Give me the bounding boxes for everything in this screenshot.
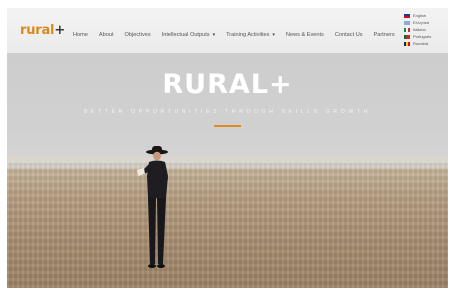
nav-label: Contact Us: [334, 32, 363, 38]
site-header: rural+ Home About Objectives Intellectua…: [7, 8, 448, 53]
flag-icon: [404, 35, 410, 40]
language-option-portuguese[interactable]: Português: [404, 35, 444, 40]
language-label: Italiano: [413, 26, 426, 32]
site-logo[interactable]: rural+: [20, 24, 65, 37]
accent-divider: [214, 125, 241, 127]
main-nav: Home About Objectives Intellectual Outpu…: [73, 32, 395, 39]
logo-plus: +: [54, 23, 66, 38]
nav-partners[interactable]: Partners: [373, 32, 395, 39]
nav-label: Home: [73, 32, 88, 38]
hero-subtitle: BETTER OPPORTUNITIES THROUGH SKILLS GROW…: [83, 109, 372, 115]
logo-text: rural: [20, 23, 55, 38]
language-label: Ελληνικά: [413, 19, 430, 25]
language-option-italian[interactable]: Italiano: [404, 27, 444, 32]
language-label: Português: [413, 34, 432, 40]
hero-banner: RURAL+ BETTER OPPORTUNITIES THROUGH SKIL…: [7, 53, 448, 288]
page-frame: rural+ Home About Objectives Intellectua…: [7, 8, 448, 288]
wheat-field: [7, 163, 448, 288]
nav-about[interactable]: About: [98, 32, 114, 39]
man-reading-illustration: [137, 146, 168, 268]
flag-icon: [404, 42, 410, 47]
language-option-greek[interactable]: Ελληνικά: [404, 20, 444, 25]
nav-label: Objectives: [124, 32, 151, 38]
nav-contact-us[interactable]: Contact Us: [334, 32, 363, 39]
nav-intellectual-outputs[interactable]: Intellectual Outputs ▾: [161, 32, 216, 39]
flag-icon: [404, 27, 410, 32]
nav-training-activities[interactable]: Training Activities ▾: [226, 32, 275, 39]
flag-icon: [404, 13, 410, 18]
language-option-english[interactable]: English: [404, 13, 444, 18]
language-label: Română: [413, 41, 429, 47]
nav-home[interactable]: Home: [73, 32, 88, 39]
nav-objectives[interactable]: Objectives: [124, 32, 151, 39]
nav-label: Partners: [373, 32, 395, 38]
chevron-down-icon: ▾: [272, 32, 275, 39]
language-label: English: [413, 12, 427, 18]
language-switcher: English Ελληνικά Italiano Português Româ…: [404, 13, 444, 47]
flag-icon: [404, 20, 410, 25]
nav-label: News & Events: [285, 32, 324, 38]
nav-label: Intellectual Outputs: [161, 32, 210, 38]
hero-title: RURAL+: [162, 69, 293, 100]
chevron-down-icon: ▾: [212, 32, 216, 39]
nav-label: About: [98, 32, 114, 38]
nav-news-events[interactable]: News & Events: [285, 32, 324, 39]
language-option-romanian[interactable]: Română: [404, 42, 444, 47]
nav-label: Training Activities: [226, 32, 270, 38]
